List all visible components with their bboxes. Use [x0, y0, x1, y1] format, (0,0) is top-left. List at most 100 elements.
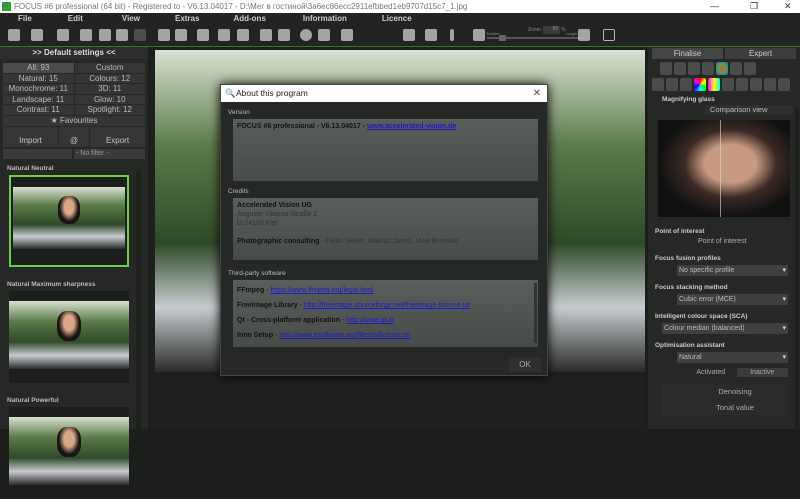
filter-3d[interactable]: 3D: 11: [74, 84, 145, 94]
activated-toggle[interactable]: Activated: [685, 368, 737, 377]
filter-select[interactable]: - No filter -: [74, 148, 145, 159]
lens-icon[interactable]: [730, 62, 742, 75]
menu-edit[interactable]: Edit: [68, 13, 83, 25]
filter-contrast[interactable]: Contrast: 11: [3, 105, 74, 115]
opt-select[interactable]: Natural: [677, 352, 788, 363]
contrast-icon[interactable]: [652, 78, 664, 91]
license-link[interactable]: http://www.qt.io: [346, 317, 393, 324]
copy-icon[interactable]: [57, 29, 69, 41]
zoom-input[interactable]: 88: [543, 26, 560, 34]
colour-wheel-icon[interactable]: [694, 78, 706, 91]
tab-expert[interactable]: Expert: [725, 48, 796, 59]
preset-thumbnail[interactable]: [9, 290, 129, 383]
poi-button[interactable]: Point of interest: [698, 238, 788, 245]
settings-scrollbar[interactable]: [795, 109, 799, 429]
ok-button[interactable]: OK: [509, 358, 541, 372]
line-icon[interactable]: [680, 78, 692, 91]
presets-scrollbar[interactable]: [136, 171, 141, 429]
menu-information[interactable]: Information: [303, 13, 347, 25]
email-button[interactable]: @: [59, 126, 89, 147]
zoom-out-icon[interactable]: [473, 29, 485, 41]
inactive-toggle[interactable]: Inactive: [736, 368, 788, 377]
gamut-icon[interactable]: [708, 78, 720, 91]
filter-monochrome[interactable]: Monochrome: 11: [3, 84, 74, 94]
filter-glow[interactable]: Glow: 10: [74, 94, 145, 104]
sca-select[interactable]: Colour median (balanced): [662, 323, 788, 334]
filter-all[interactable]: All: 93: [3, 63, 74, 73]
menu-extras[interactable]: Extras: [175, 13, 199, 25]
magnifier-icon[interactable]: [660, 62, 672, 75]
network-icon[interactable]: [134, 29, 146, 41]
b-icon[interactable]: [260, 29, 272, 41]
comparison-view-button[interactable]: Comparison view: [705, 105, 793, 114]
film-icon[interactable]: [278, 29, 290, 41]
maximize-button[interactable]: ❐: [750, 0, 758, 13]
zoom-in-icon[interactable]: [578, 29, 590, 41]
close-button[interactable]: ✕: [784, 0, 792, 13]
filter-colours[interactable]: Colours: 12: [74, 73, 145, 83]
dialog-close-button[interactable]: ✕: [533, 85, 541, 102]
zoom-slider-handle[interactable]: [499, 35, 506, 41]
license-link[interactable]: http://www.jrsoftware.org/files/is/licen…: [279, 332, 410, 339]
import-button[interactable]: Import: [3, 126, 58, 147]
menu-view[interactable]: View: [122, 13, 140, 25]
tools-icon[interactable]: [702, 62, 714, 75]
share-icon[interactable]: [237, 29, 249, 41]
save-icon[interactable]: [158, 29, 170, 41]
preset-thumbnail-selected[interactable]: [9, 174, 129, 267]
credits-label: Credits: [228, 188, 249, 195]
rgb-icon[interactable]: [716, 62, 728, 75]
drop-icon[interactable]: [744, 62, 756, 75]
crop-icon[interactable]: [603, 29, 615, 41]
minimize-button[interactable]: —: [710, 0, 719, 13]
split-icon[interactable]: [450, 29, 454, 41]
new-icon[interactable]: [8, 29, 20, 41]
globe-icon[interactable]: [764, 78, 776, 91]
website-link[interactable]: www.accelerated-vision.de: [367, 123, 456, 130]
presets-header: >> Default settings <<: [0, 47, 148, 59]
denoising-button[interactable]: Denoising: [662, 385, 788, 399]
image-icon[interactable]: [674, 62, 686, 75]
plus-icon[interactable]: [652, 62, 658, 75]
gallery-icon[interactable]: [99, 29, 111, 41]
batch-icon[interactable]: [218, 29, 230, 41]
histogram-icon[interactable]: [341, 29, 353, 41]
export-button[interactable]: Export: [90, 126, 145, 147]
menu-file[interactable]: File: [18, 13, 32, 25]
favourites-button[interactable]: ★ Favourites: [3, 115, 145, 126]
brush-icon[interactable]: [736, 78, 748, 91]
document-icon[interactable]: [778, 78, 790, 91]
magnifier-preview[interactable]: [658, 120, 790, 217]
menu-addons[interactable]: Add-ons: [233, 13, 265, 25]
ffp-select[interactable]: No specific profile: [677, 265, 788, 276]
filter-natural[interactable]: Natural: 15: [3, 73, 74, 83]
export-icon[interactable]: [197, 29, 209, 41]
fsm-select[interactable]: Cubic error (MCE): [677, 294, 788, 305]
menu-licence[interactable]: Licence: [382, 13, 412, 25]
comparison-divider[interactable]: [720, 120, 721, 217]
filter-landscape[interactable]: Landscape: 11: [3, 94, 74, 104]
license-link[interactable]: http://freeimage.sourceforge.net/freeima…: [304, 302, 470, 309]
images-icon[interactable]: [80, 29, 92, 41]
preset-thumbnail[interactable]: [9, 406, 129, 499]
sliders-icon[interactable]: [116, 29, 128, 41]
print-icon[interactable]: [175, 29, 187, 41]
zoom-slider[interactable]: [487, 35, 585, 41]
layers-icon[interactable]: [688, 62, 700, 75]
pause-icon[interactable]: [318, 29, 330, 41]
tonal-value-button[interactable]: Tonal value: [662, 401, 788, 415]
play-icon[interactable]: [300, 29, 312, 41]
tab-finalise[interactable]: Finalise: [652, 48, 723, 59]
preset-search-input[interactable]: [3, 148, 72, 159]
license-link[interactable]: https://www.ffmpeg.org/legal.html: [270, 287, 373, 294]
third-party-scrollbar[interactable]: [534, 283, 537, 343]
filter-spotlight[interactable]: Spotlight: 12: [74, 105, 145, 115]
compare-icon[interactable]: [425, 29, 437, 41]
filter-custom[interactable]: Custom: [74, 63, 145, 73]
nodes-icon[interactable]: [722, 78, 734, 91]
noise-icon[interactable]: [666, 78, 678, 91]
zoom-unit: %: [561, 27, 566, 33]
aperture-icon[interactable]: [750, 78, 762, 91]
open-icon[interactable]: [31, 29, 43, 41]
eye-icon[interactable]: [403, 29, 415, 41]
